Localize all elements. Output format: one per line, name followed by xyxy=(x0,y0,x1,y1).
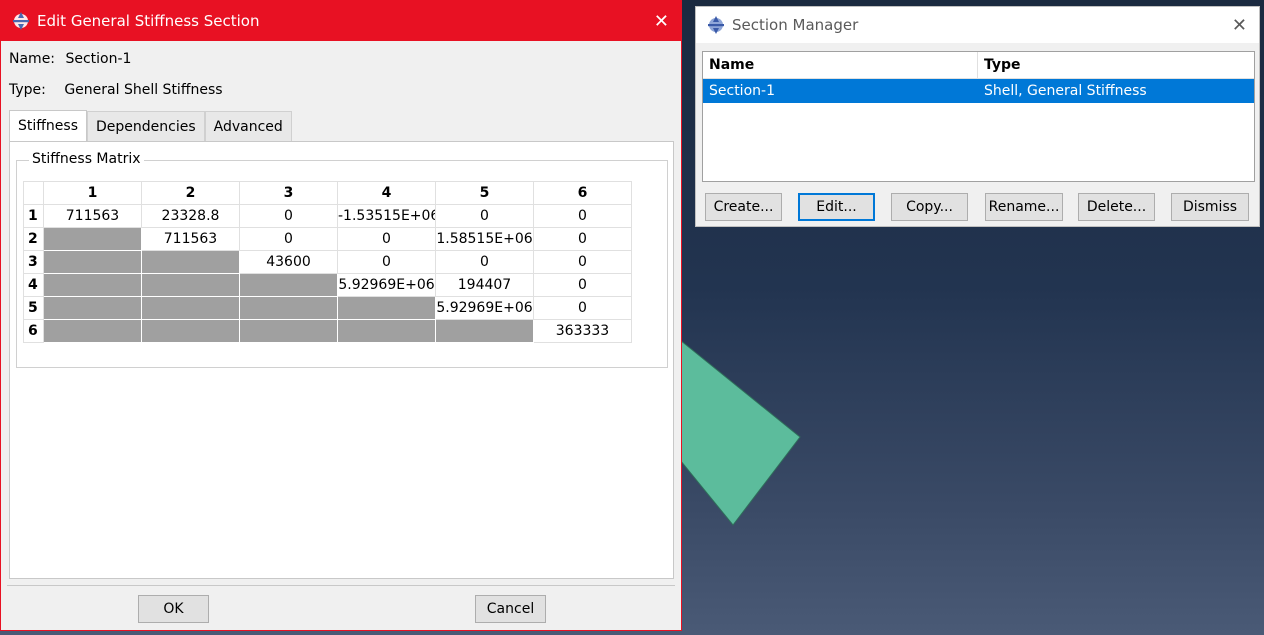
matrix-cell-disabled xyxy=(141,273,240,297)
row-header: 2 xyxy=(23,227,44,251)
matrix-cell[interactable]: 194407 xyxy=(435,273,534,297)
column-header-name[interactable]: Name xyxy=(703,52,978,78)
delete-button[interactable]: Delete... xyxy=(1078,193,1155,221)
stiffness-matrix-group: Stiffness Matrix 1 2 3 4 5 6 1 711563 2332… xyxy=(16,151,668,368)
matrix-cell[interactable]: 1.58515E+06 xyxy=(435,227,534,251)
matrix-cell[interactable]: 0 xyxy=(533,204,632,228)
close-icon[interactable]: ✕ xyxy=(1232,17,1247,35)
tab-stiffness[interactable]: Stiffness xyxy=(9,110,87,142)
matrix-cell[interactable]: 711563 xyxy=(141,227,240,251)
matrix-cell[interactable]: 0 xyxy=(337,250,436,274)
name-field: Name: Section-1 xyxy=(9,51,131,67)
group-title: Stiffness Matrix xyxy=(29,151,144,167)
close-icon[interactable]: ✕ xyxy=(654,13,669,31)
rename-button[interactable]: Rename... xyxy=(985,193,1063,221)
section-row[interactable]: Section-1 Shell, General Stiffness xyxy=(703,79,1254,103)
matrix-cell-disabled xyxy=(239,319,338,343)
row-header: 3 xyxy=(23,250,44,274)
tab-advanced[interactable]: Advanced xyxy=(204,111,292,141)
matrix-cell-disabled xyxy=(141,319,240,343)
dialog-titlebar[interactable]: Edit General Stiffness Section ✕ xyxy=(1,1,681,41)
matrix-cell-disabled xyxy=(239,273,338,297)
name-label: Name: xyxy=(9,51,56,67)
matrix-cell-disabled xyxy=(43,273,142,297)
col-header-1: 1 xyxy=(43,181,142,205)
matrix-cell[interactable]: 0 xyxy=(533,250,632,274)
matrix-cell[interactable]: 0 xyxy=(337,227,436,251)
matrix-cell-disabled xyxy=(43,319,142,343)
stiffness-matrix-table: 1 2 3 4 5 6 1 711563 23328.8 0 -1.53515E+06 0… xyxy=(23,181,632,343)
matrix-cell[interactable]: 0 xyxy=(435,250,534,274)
matrix-header-row: 1 2 3 4 5 6 xyxy=(23,181,632,205)
create-button[interactable]: Create... xyxy=(705,193,782,221)
matrix-row: 2 711563 0 0 1.58515E+06 0 xyxy=(23,227,632,251)
button-separator xyxy=(7,585,675,586)
name-value: Section-1 xyxy=(65,51,132,67)
matrix-cell[interactable]: 0 xyxy=(533,273,632,297)
tab-bar: Stiffness Dependencies Advanced xyxy=(9,110,292,142)
matrix-cell[interactable]: 711563 xyxy=(43,204,142,228)
row-header: 1 xyxy=(23,204,44,228)
matrix-cell-disabled xyxy=(239,296,338,320)
type-value: General Shell Stiffness xyxy=(64,82,223,98)
matrix-cell[interactable]: 23328.8 xyxy=(141,204,240,228)
matrix-cell-disabled xyxy=(337,319,436,343)
matrix-cell[interactable]: 43600 xyxy=(239,250,338,274)
section-row-name: Section-1 xyxy=(709,83,775,99)
column-header-type[interactable]: Type xyxy=(978,52,1254,78)
matrix-corner xyxy=(23,181,44,205)
matrix-cell-disabled xyxy=(435,319,534,343)
matrix-cell[interactable]: 5.92969E+06 xyxy=(435,296,534,320)
matrix-row: 3 43600 0 0 0 xyxy=(23,250,632,274)
matrix-row: 4 5.92969E+06 194407 0 xyxy=(23,273,632,297)
col-header-4: 4 xyxy=(337,181,436,205)
abaqus-app-icon xyxy=(13,12,29,30)
type-label: Type: xyxy=(9,82,46,98)
section-manager-title: Section Manager xyxy=(732,16,859,34)
matrix-cell-disabled xyxy=(43,296,142,320)
matrix-cell-disabled xyxy=(337,296,436,320)
matrix-row: 5 5.92969E+06 0 xyxy=(23,296,632,320)
matrix-cell-disabled xyxy=(43,250,142,274)
matrix-row: 6 363333 xyxy=(23,319,632,343)
matrix-cell-disabled xyxy=(141,250,240,274)
edit-button[interactable]: Edit... xyxy=(798,193,875,221)
dialog-title: Edit General Stiffness Section xyxy=(37,12,260,30)
dismiss-button[interactable]: Dismiss xyxy=(1171,193,1249,221)
type-field: Type: General Shell Stiffness xyxy=(9,82,223,98)
matrix-cell[interactable]: 0 xyxy=(435,204,534,228)
section-manager-dialog: Section Manager ✕ Name Type Section-1 Sh… xyxy=(695,6,1260,227)
ok-button[interactable]: OK xyxy=(138,595,209,623)
copy-button[interactable]: Copy... xyxy=(891,193,968,221)
col-header-2: 2 xyxy=(141,181,240,205)
tab-dependencies[interactable]: Dependencies xyxy=(87,111,205,141)
section-manager-titlebar[interactable]: Section Manager ✕ xyxy=(696,7,1259,43)
col-header-6: 6 xyxy=(533,181,632,205)
matrix-cell[interactable]: -1.53515E+06 xyxy=(337,204,436,228)
row-header: 4 xyxy=(23,273,44,297)
section-list-header: Name Type xyxy=(703,52,1254,79)
abaqus-app-icon xyxy=(708,16,724,34)
matrix-row: 1 711563 23328.8 0 -1.53515E+06 0 0 xyxy=(23,204,632,228)
stiffness-tab-panel: Stiffness Matrix 1 2 3 4 5 6 1 711563 2332… xyxy=(9,141,674,579)
row-header: 5 xyxy=(23,296,44,320)
matrix-cell[interactable]: 0 xyxy=(239,227,338,251)
matrix-body: 1 711563 23328.8 0 -1.53515E+06 0 0 2 711563 0 0 1.… xyxy=(23,204,632,343)
row-header: 6 xyxy=(23,319,44,343)
edit-stiffness-dialog: Edit General Stiffness Section ✕ Name: S… xyxy=(0,0,682,631)
matrix-cell[interactable]: 0 xyxy=(239,204,338,228)
matrix-cell[interactable]: 0 xyxy=(533,227,632,251)
cancel-button[interactable]: Cancel xyxy=(475,595,546,623)
col-header-3: 3 xyxy=(239,181,338,205)
section-row-type: Shell, General Stiffness xyxy=(984,83,1147,99)
section-list: Name Type Section-1 Shell, General Stiff… xyxy=(702,51,1255,182)
matrix-cell[interactable]: 5.92969E+06 xyxy=(337,273,436,297)
matrix-cell-disabled xyxy=(43,227,142,251)
matrix-cell[interactable]: 0 xyxy=(533,296,632,320)
col-header-5: 5 xyxy=(435,181,534,205)
matrix-cell-disabled xyxy=(141,296,240,320)
matrix-cell[interactable]: 363333 xyxy=(533,319,632,343)
